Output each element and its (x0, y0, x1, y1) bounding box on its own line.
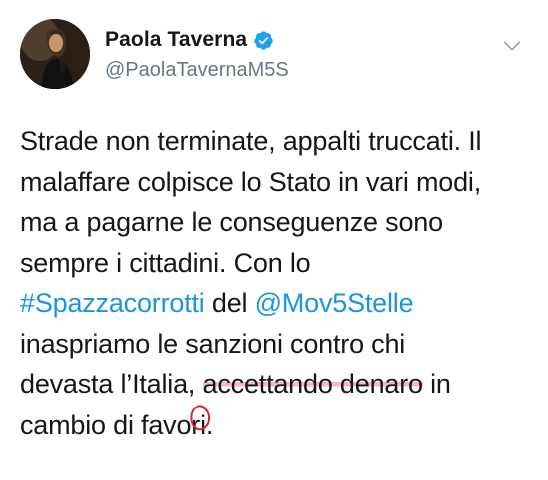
name-row: Paola Taverna (105, 27, 289, 53)
tweet-line: devasta l’Italia, accettando denaro in (20, 364, 540, 405)
tweet-line: sempre i cittadini. Con lo (20, 247, 311, 278)
avatar[interactable] (20, 19, 90, 89)
chevron-down-icon (503, 41, 521, 51)
tweet-text-fragment: del (204, 288, 255, 318)
tweet-card: Paola Taverna @PaolaTavernaM5S Strade no… (0, 0, 548, 480)
profile-photo-icon (20, 19, 90, 89)
tweet-line: cambio di favori. (20, 409, 214, 440)
tweet-line: ma a pagarne le conseguenze sono (20, 207, 443, 237)
tweet-line: malaffare colpisce lo Stato in vari modi… (20, 166, 482, 197)
hashtag-link[interactable]: #Spazzacorrotti (20, 288, 205, 318)
display-name[interactable]: Paola Taverna (105, 28, 247, 52)
tweet-text-fragment: in (422, 369, 451, 399)
user-handle[interactable]: @PaolaTavernaM5S (105, 59, 289, 82)
tweet-line: #Spazzacorrotti del @Mov5Stelle (20, 283, 540, 324)
tweet-line: inaspriamo le sanzioni contro chi (20, 328, 406, 359)
highlighted-phrase: accettando denaro (202, 369, 423, 399)
verified-badge-icon (253, 30, 274, 51)
tweet-text-fragment: devasta l’Italia (20, 369, 188, 399)
tweet-text-fragment (195, 369, 202, 399)
mention-link[interactable]: @Mov5Stelle (255, 288, 414, 318)
tweet-line: Strade non terminate, appalti truccati. … (20, 126, 482, 156)
tweet-text: Strade non terminate, appalti truccati. … (20, 121, 540, 445)
tweet-menu-button[interactable] (500, 34, 524, 58)
author-block: Paola Taverna @PaolaTavernaM5S (105, 27, 289, 82)
